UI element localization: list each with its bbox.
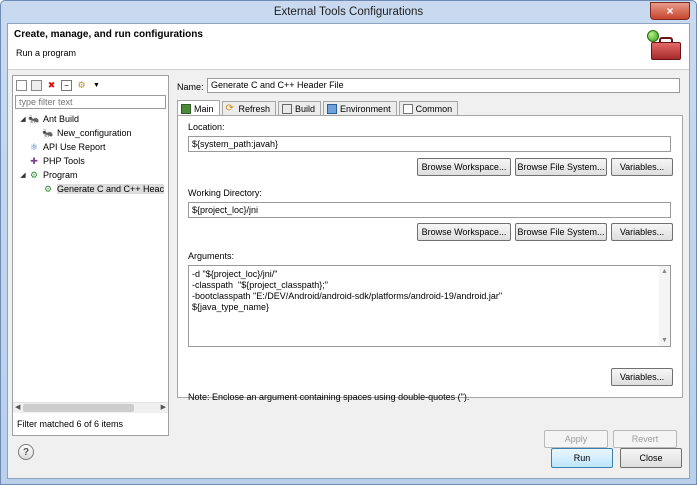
- filter-icon[interactable]: ⚙: [76, 80, 87, 91]
- duplicate-icon[interactable]: [31, 79, 42, 91]
- tree-item-label: API Use Report: [43, 142, 106, 152]
- program-icon: ⚙: [29, 169, 39, 180]
- build-icon: [282, 104, 293, 114]
- arguments-textarea[interactable]: -d "${project_loc}/jni/" -classpath "${p…: [188, 265, 671, 347]
- tree-item-ant-build[interactable]: ◢ 🐜 Ant Build: [13, 112, 168, 126]
- scroll-up-icon[interactable]: ▲: [661, 268, 668, 275]
- config-tree: ◢ 🐜 Ant Build 🐜 New_configuration ⚛ API …: [13, 112, 168, 196]
- tab-main[interactable]: Main: [177, 100, 220, 116]
- name-field[interactable]: Generate C and C++ Header File: [207, 78, 680, 93]
- collapse-all-icon[interactable]: −: [61, 79, 72, 91]
- filter-status: Filter matched 6 of 6 items: [17, 419, 124, 429]
- location-label: Location:: [188, 122, 225, 132]
- arguments-text: -d "${project_loc}/jni/" -classpath "${p…: [192, 269, 503, 312]
- expanded-icon[interactable]: ◢: [18, 171, 28, 179]
- environment-icon: [327, 104, 338, 114]
- location-browse-file-system-button[interactable]: Browse File System...: [515, 158, 607, 176]
- tree-item-label: Generate C and C++ Heac: [57, 184, 165, 194]
- apply-button[interactable]: Apply: [544, 430, 608, 448]
- tree-item-program[interactable]: ◢ ⚙ Program: [13, 168, 168, 182]
- expanded-icon[interactable]: ◢: [18, 115, 28, 123]
- tab-label: Main: [194, 103, 214, 114]
- scroll-thumb[interactable]: [23, 404, 134, 412]
- report-icon: ⚛: [29, 141, 39, 152]
- help-icon[interactable]: ?: [18, 444, 34, 460]
- workdir-browse-workspace-button[interactable]: Browse Workspace...: [417, 223, 511, 241]
- close-window-button[interactable]: ×: [650, 2, 690, 20]
- location-browse-workspace-button[interactable]: Browse Workspace...: [417, 158, 511, 176]
- dialog-client: Create, manage, and run configurations R…: [7, 23, 690, 479]
- header-subtitle: Run a program: [16, 48, 77, 58]
- php-icon: ✚: [30, 155, 38, 166]
- refresh-icon: ⟳: [225, 103, 234, 114]
- tab-common[interactable]: Common: [398, 101, 459, 116]
- scroll-right-icon[interactable]: ▶: [161, 403, 166, 411]
- toolbox-icon: [647, 30, 683, 62]
- ant-config-icon: 🐜: [42, 127, 54, 138]
- tab-label: Build: [295, 104, 316, 114]
- configurations-pane: ✖ − ⚙ ▼ ◢ 🐜 Ant Build 🐜 New_configuratio…: [12, 75, 169, 436]
- tree-item-label: New_configuration: [57, 128, 132, 138]
- chevron-down-icon[interactable]: ▼: [91, 80, 102, 91]
- tree-item-label: PHP Tools: [43, 156, 85, 166]
- delete-icon[interactable]: ✖: [46, 80, 57, 91]
- workdir-variables-button[interactable]: Variables...: [611, 223, 673, 241]
- arguments-variables-button[interactable]: Variables...: [611, 368, 673, 386]
- tree-item-php-tools[interactable]: ✚ PHP Tools: [13, 154, 168, 168]
- arguments-scrollbar[interactable]: ▲ ▼: [659, 266, 670, 346]
- workdir-browse-file-system-button[interactable]: Browse File System...: [515, 223, 607, 241]
- horizontal-scrollbar[interactable]: ◀ ▶: [13, 402, 168, 413]
- tree-item-label: Program: [43, 170, 78, 180]
- common-icon: [402, 104, 413, 114]
- main-tab-panel: Location: ${system_path:javah} Browse Wo…: [177, 115, 683, 402]
- working-directory-label: Working Directory:: [188, 188, 262, 198]
- tab-label: Environment: [340, 104, 391, 114]
- tab-label: Common: [415, 104, 453, 114]
- dialog-header: Create, manage, and run configurations R…: [8, 24, 689, 70]
- arguments-note: Note: Enclose an argument containing spa…: [188, 392, 470, 402]
- config-tabs: Main ⟳ Refresh Build Environment Common: [177, 100, 460, 116]
- ant-icon: 🐜: [28, 113, 40, 124]
- working-directory-field[interactable]: ${project_loc}/jni: [188, 202, 671, 218]
- scroll-down-icon[interactable]: ▼: [661, 337, 668, 344]
- main-tab-icon: [181, 103, 191, 114]
- program-config-icon: ⚙: [43, 183, 53, 194]
- tree-item-generate-header[interactable]: ⚙ Generate C and C++ Heac: [13, 182, 168, 196]
- window-title: External Tools Configurations: [273, 6, 424, 18]
- tab-label: Refresh: [238, 104, 271, 114]
- revert-button[interactable]: Revert: [613, 430, 677, 448]
- new-config-icon[interactable]: [16, 79, 27, 91]
- scroll-left-icon[interactable]: ◀: [15, 403, 20, 411]
- tree-item-api-use-report[interactable]: ⚛ API Use Report: [13, 140, 168, 154]
- tree-item-label: Ant Build: [43, 114, 80, 124]
- title-bar[interactable]: External Tools Configurations ×: [1, 1, 696, 23]
- run-button[interactable]: Run: [551, 448, 613, 468]
- config-editor: Name: Generate C and C++ Header File Mai…: [174, 75, 686, 448]
- tree-item-new-configuration[interactable]: 🐜 New_configuration: [13, 126, 168, 140]
- arguments-label: Arguments:: [188, 251, 235, 261]
- filter-input[interactable]: [15, 95, 166, 109]
- header-title: Create, manage, and run configurations: [14, 29, 203, 40]
- close-button[interactable]: Close: [620, 448, 682, 468]
- tab-environment[interactable]: Environment: [323, 101, 397, 116]
- location-variables-button[interactable]: Variables...: [611, 158, 673, 176]
- location-field[interactable]: ${system_path:javah}: [188, 136, 671, 152]
- name-label: Name:: [177, 82, 204, 92]
- tab-refresh[interactable]: ⟳ Refresh: [221, 101, 277, 116]
- tab-build[interactable]: Build: [278, 101, 322, 116]
- pane-toolbar: ✖ − ⚙ ▼: [13, 76, 168, 94]
- dialog-window: External Tools Configurations × Create, …: [0, 0, 697, 485]
